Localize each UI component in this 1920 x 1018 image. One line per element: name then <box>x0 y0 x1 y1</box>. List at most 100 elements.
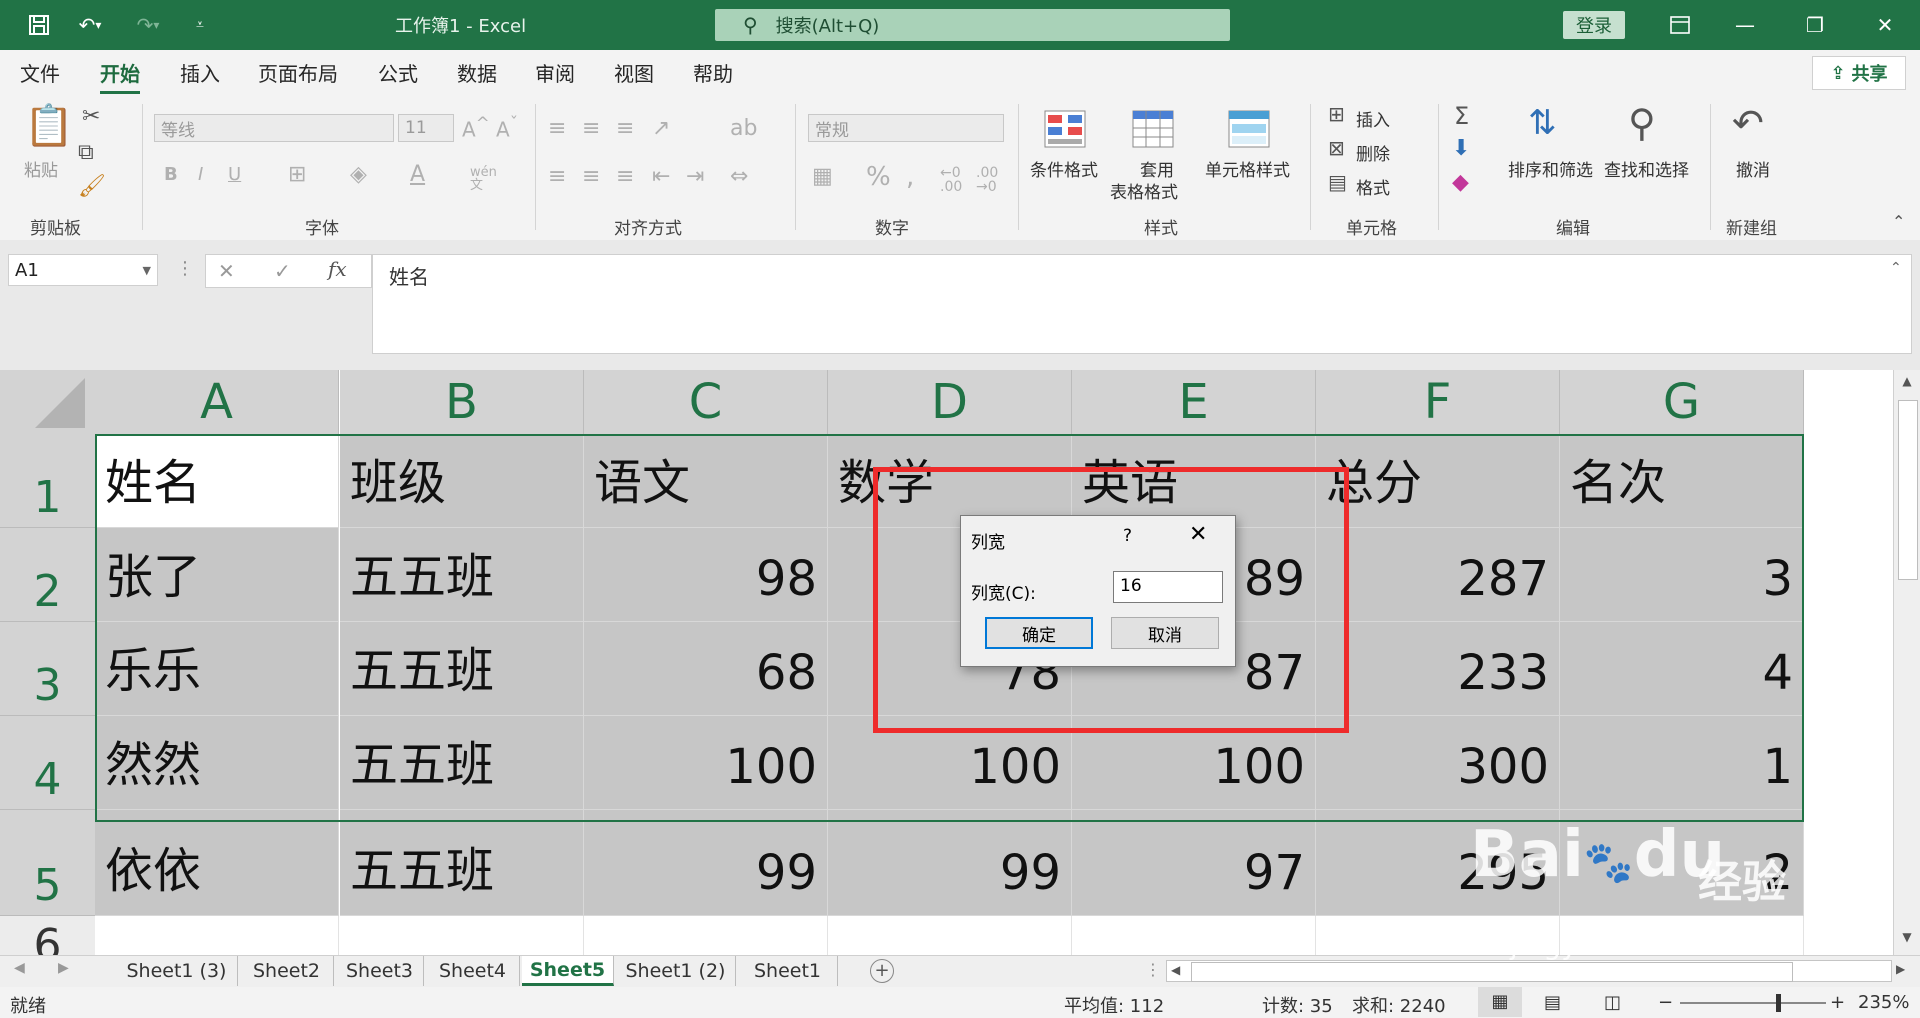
underline-icon[interactable]: U <box>228 166 241 184</box>
scroll-right-icon[interactable]: ▶ <box>1896 962 1905 976</box>
cell-style-icon[interactable] <box>1228 110 1270 148</box>
row-header-4[interactable]: 4 <box>0 716 95 810</box>
decrease-font-icon[interactable]: Aˇ <box>496 115 518 140</box>
search-box[interactable]: ⚲ 搜索(Alt+Q) <box>715 9 1230 41</box>
scroll-thumb[interactable] <box>1898 400 1918 580</box>
cell-b3[interactable]: 五五班 <box>340 622 584 716</box>
insert-cells-label[interactable]: 插入 <box>1356 106 1390 131</box>
cell-c4[interactable]: 100 <box>584 716 828 810</box>
help-button[interactable]: ? <box>1123 526 1132 546</box>
cell-b2[interactable]: 五五班 <box>340 528 584 622</box>
increase-indent-icon[interactable]: ⇥ <box>686 166 704 188</box>
align-middle-icon[interactable]: ≡ <box>582 118 600 140</box>
tab-data[interactable]: 数据 <box>457 58 497 87</box>
font-name-combo[interactable]: 等线 <box>154 114 394 142</box>
undo-label[interactable]: 撤消 <box>1736 156 1770 181</box>
column-header-e[interactable]: E <box>1072 370 1316 434</box>
paste-icon[interactable]: 📋 <box>24 106 74 146</box>
row-header-2[interactable]: 2 <box>0 528 95 622</box>
h-scroll-thumb[interactable] <box>1191 962 1793 982</box>
row-header-1[interactable]: 1 <box>0 434 95 528</box>
cell-a2[interactable]: 张了 <box>95 528 339 622</box>
font-size-combo[interactable]: 11 <box>398 114 454 142</box>
format-painter-icon[interactable]: 🖌 <box>78 176 106 198</box>
sheet-tab[interactable]: Sheet5 <box>522 956 614 986</box>
cell-d5[interactable]: 99 <box>828 810 1072 916</box>
column-header-c[interactable]: C <box>584 370 828 434</box>
cell-g2[interactable]: 3 <box>1560 528 1804 622</box>
row-header-3[interactable]: 3 <box>0 622 95 716</box>
conditional-format-icon[interactable] <box>1044 110 1086 148</box>
cell-b5[interactable]: 五五班 <box>340 810 584 916</box>
sheet-tab[interactable]: Sheet2 <box>240 956 334 986</box>
align-center-icon[interactable]: ≡ <box>582 166 600 188</box>
table-format-icon[interactable] <box>1132 110 1174 148</box>
decrease-indent-icon[interactable]: ⇤ <box>652 166 670 188</box>
zoom-slider[interactable] <box>1680 1002 1826 1004</box>
delete-cells-icon[interactable]: ⊠ <box>1328 138 1345 158</box>
scroll-left-icon[interactable]: ◀ <box>1171 963 1180 977</box>
cell-c3[interactable]: 68 <box>584 622 828 716</box>
find-select-icon[interactable]: ⚲ <box>1628 104 1656 142</box>
cell-e4[interactable]: 100 <box>1072 716 1316 810</box>
ok-button[interactable]: 确定 <box>985 617 1093 649</box>
delete-cells-label[interactable]: 删除 <box>1356 140 1390 165</box>
phonetic-icon[interactable]: wén 文 <box>470 166 497 192</box>
confirm-entry-icon[interactable]: ✓ <box>274 259 291 283</box>
horizontal-scrollbar[interactable]: ◀ <box>1166 960 1892 982</box>
ribbon-display-icon[interactable] <box>1665 10 1695 40</box>
percent-icon[interactable]: % <box>866 164 891 190</box>
sheet-tab[interactable]: Sheet4 <box>426 956 520 986</box>
minimize-icon[interactable]: — <box>1730 10 1760 40</box>
cell-e1[interactable]: 英语 <box>1072 434 1316 528</box>
zoom-in-icon[interactable]: + <box>1830 992 1845 1013</box>
sheet-tab[interactable]: Sheet3 <box>336 956 424 986</box>
save-icon[interactable] <box>24 10 54 40</box>
cell-c2[interactable]: 98 <box>584 528 828 622</box>
fill-icon[interactable]: ⬇ <box>1452 138 1470 160</box>
page-break-view-icon[interactable]: ◫ <box>1604 992 1621 1013</box>
sort-filter-icon[interactable]: ⇅ <box>1528 106 1557 140</box>
format-cells-icon[interactable]: ▤ <box>1328 172 1347 192</box>
column-header-g[interactable]: G <box>1560 370 1804 434</box>
border-icon[interactable]: ⊞ <box>288 164 306 186</box>
normal-view-icon[interactable]: ▦ <box>1478 987 1522 1017</box>
fill-color-icon[interactable]: ◈ <box>350 164 367 186</box>
comma-icon[interactable]: , <box>906 164 914 190</box>
cell-e5[interactable]: 97 <box>1072 810 1316 916</box>
tab-file[interactable]: 文件 <box>20 58 60 87</box>
cell-b4[interactable]: 五五班 <box>340 716 584 810</box>
tab-review[interactable]: 审阅 <box>535 58 575 87</box>
format-cells-label[interactable]: 格式 <box>1356 174 1390 199</box>
sheet-tab[interactable]: Sheet1 <box>738 956 838 986</box>
cell-a5[interactable]: 依依 <box>95 810 339 916</box>
sort-filter-label[interactable]: 排序和筛选 <box>1508 156 1593 181</box>
cell-f3[interactable]: 233 <box>1316 622 1560 716</box>
collapse-formula-icon[interactable]: ⌃ <box>1890 260 1902 276</box>
scroll-tabs-right-icon[interactable]: ▶ <box>58 960 69 976</box>
conditional-format-label[interactable]: 条件格式 <box>1030 156 1098 181</box>
find-select-label[interactable]: 查找和选择 <box>1604 156 1689 181</box>
copy-icon[interactable]: ⧉ <box>78 142 94 164</box>
autosum-icon[interactable]: Σ <box>1454 104 1469 128</box>
undo-large-icon[interactable]: ↶ <box>1732 104 1764 142</box>
name-box[interactable]: A1 ▼ <box>8 254 158 286</box>
sheet-tab[interactable]: Sheet1 (2) <box>616 956 736 986</box>
wrap-text-icon[interactable]: ab <box>730 118 757 140</box>
increase-font-icon[interactable]: A^ <box>462 115 490 140</box>
vertical-scrollbar[interactable]: ▲ ▼ <box>1893 370 1920 955</box>
tab-formulas[interactable]: 公式 <box>378 58 418 87</box>
formula-input[interactable]: 姓名 <box>372 254 1912 354</box>
customize-toolbar-icon[interactable]: ⩡ <box>188 10 212 40</box>
cell-f4[interactable]: 300 <box>1316 716 1560 810</box>
column-header-f[interactable]: F <box>1316 370 1560 434</box>
tab-insert[interactable]: 插入 <box>180 58 220 87</box>
collapse-ribbon-icon[interactable]: ⌃ <box>1892 214 1905 230</box>
add-sheet-icon[interactable]: + <box>870 959 894 983</box>
cell-b1[interactable]: 班级 <box>340 434 584 528</box>
italic-icon[interactable]: I <box>198 166 203 184</box>
select-all-corner[interactable] <box>0 370 95 434</box>
cell-g1[interactable]: 名次 <box>1560 434 1804 528</box>
column-header-d[interactable]: D <box>828 370 1072 434</box>
orientation-icon[interactable]: ↗ <box>652 118 670 140</box>
